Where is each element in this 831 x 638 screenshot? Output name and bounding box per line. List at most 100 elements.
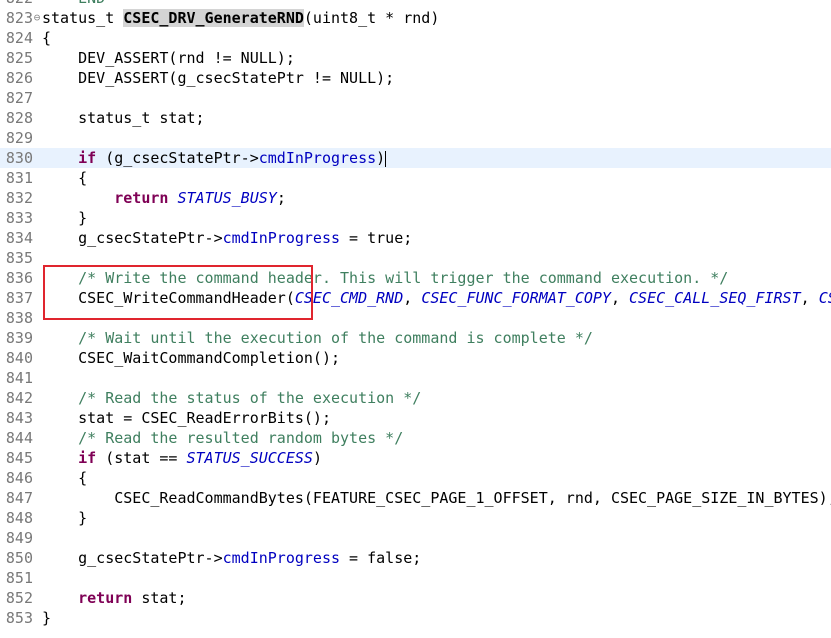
code-line[interactable]: 844 /* Read the resulted random bytes */ bbox=[0, 428, 831, 448]
line-number: 842 bbox=[5, 389, 33, 407]
code-text[interactable]: status_t stat; bbox=[42, 108, 204, 128]
code-line[interactable]: 832 return STATUS_BUSY; bbox=[0, 188, 831, 208]
code-text[interactable]: CSEC_WriteCommandHeader(CSEC_CMD_RND, CS… bbox=[42, 288, 831, 308]
fold-collapse-icon[interactable]: ⊖ bbox=[32, 8, 42, 28]
code-line[interactable]: 835 bbox=[0, 248, 831, 268]
code-text[interactable]: END bbox=[42, 0, 105, 8]
code-line[interactable]: 826 DEV_ASSERT(g_csecStatePtr != NULL); bbox=[0, 68, 831, 88]
code-token: END bbox=[42, 0, 105, 7]
code-token: { bbox=[42, 469, 88, 487]
line-number: 830 bbox=[5, 149, 33, 167]
code-line[interactable]: 824 { bbox=[0, 28, 831, 48]
code-text[interactable]: } bbox=[42, 508, 87, 528]
code-line[interactable]: 836 /* Write the command header. This wi… bbox=[0, 268, 831, 288]
line-number: 825 bbox=[5, 49, 33, 67]
code-line[interactable]: 823 ⊖ status_t CSEC_DRV_GenerateRND(uint8_… bbox=[0, 8, 831, 28]
code-line[interactable]: 828 status_t stat; bbox=[0, 108, 831, 128]
code-line[interactable]: 853} bbox=[0, 608, 831, 628]
code-line[interactable]: 837 CSEC_WriteCommandHeader(CSEC_CMD_RND… bbox=[0, 288, 831, 308]
code-line[interactable]: 840 CSEC_WaitCommandCompletion(); bbox=[0, 348, 831, 368]
code-token: CSEC_WriteCommandHeader( bbox=[42, 289, 295, 307]
code-token: CSEC_FUNC_FORMAT_COPY bbox=[421, 289, 611, 307]
code-token: /* Read the status of the execution */ bbox=[78, 389, 422, 407]
line-number: 822 bbox=[0, 0, 33, 8]
code-text[interactable]: CSEC_WaitCommandCompletion(); bbox=[42, 348, 340, 368]
code-line[interactable]: 842 /* Read the status of the execution … bbox=[0, 388, 831, 408]
code-line[interactable]: 841 bbox=[0, 368, 831, 388]
code-text[interactable]: DEV_ASSERT(g_csecStatePtr != NULL); bbox=[42, 68, 394, 88]
code-editor[interactable]: 822 END823⊖status_t CSEC_DRV_GenerateRND… bbox=[0, 0, 831, 628]
line-number: 843 bbox=[5, 409, 33, 427]
code-line[interactable]: 850 g_csecStatePtr->cmdInProgress = fals… bbox=[0, 548, 831, 568]
code-text[interactable]: { bbox=[42, 28, 51, 48]
code-text[interactable]: CSEC_ReadCommandBytes(FEATURE_CSEC_PAGE_… bbox=[42, 488, 831, 508]
code-token: STATUS_SUCCESS bbox=[186, 449, 313, 467]
code-token: (g_csecStatePtr-> bbox=[96, 149, 259, 167]
line-number: 852 bbox=[5, 589, 33, 607]
code-token: { bbox=[42, 169, 88, 187]
line-number: 834 bbox=[5, 229, 33, 247]
code-text[interactable]: } bbox=[42, 608, 51, 628]
line-number: 823 bbox=[5, 9, 33, 27]
code-text[interactable]: stat = CSEC_ReadErrorBits(); bbox=[42, 408, 331, 428]
code-line[interactable]: 843 stat = CSEC_ReadErrorBits(); bbox=[0, 408, 831, 428]
code-line[interactable]: 829 bbox=[0, 128, 831, 148]
line-number: 845 bbox=[5, 449, 33, 467]
code-text[interactable]: /* Read the status of the execution */ bbox=[42, 388, 421, 408]
line-number: 836 bbox=[5, 269, 33, 287]
code-line[interactable]: 825 DEV_ASSERT(rnd != NULL); bbox=[0, 48, 831, 68]
code-token: CSEC_CMD_RND bbox=[294, 289, 404, 307]
code-token: , bbox=[610, 289, 630, 307]
code-token: = true; bbox=[340, 229, 413, 247]
code-text[interactable]: /* Wait until the execution of the comma… bbox=[42, 328, 593, 348]
code-line[interactable]: 846 { bbox=[0, 468, 831, 488]
code-token: DEV_ASSERT(rnd != NULL); bbox=[42, 49, 295, 67]
code-line[interactable]: 849 bbox=[0, 528, 831, 548]
code-line[interactable]: 852 return stat; bbox=[0, 588, 831, 608]
code-line[interactable]: 834 g_csecStatePtr->cmdInProgress = true… bbox=[0, 228, 831, 248]
code-line[interactable]: 833 } bbox=[0, 208, 831, 228]
line-number: 835 bbox=[5, 249, 33, 267]
code-line[interactable]: 827 bbox=[0, 88, 831, 108]
line-number: 829 bbox=[5, 129, 33, 147]
code-text[interactable]: status_t CSEC_DRV_GenerateRND(uint8_t * … bbox=[42, 8, 439, 28]
code-text[interactable]: if (g_csecStatePtr->cmdInProgress) bbox=[42, 148, 387, 168]
code-text[interactable]: } bbox=[42, 208, 87, 228]
code-line[interactable]: 839 /* Wait until the execution of the c… bbox=[0, 328, 831, 348]
code-token: cmdInProgress bbox=[222, 229, 341, 247]
code-line[interactable]: 847 CSEC_ReadCommandBytes(FEATURE_CSEC_P… bbox=[0, 488, 831, 508]
text-caret bbox=[385, 150, 387, 167]
code-line[interactable]: 848 } bbox=[0, 508, 831, 528]
code-text[interactable]: return STATUS_BUSY; bbox=[42, 188, 286, 208]
code-text[interactable]: g_csecStatePtr->cmdInProgress = true; bbox=[42, 228, 412, 248]
code-token: ) bbox=[312, 449, 322, 467]
code-text[interactable]: if (stat == STATUS_SUCCESS) bbox=[42, 448, 322, 468]
code-text[interactable]: /* Read the resulted random bytes */ bbox=[42, 428, 403, 448]
code-token: g_csecStatePtr-> bbox=[42, 549, 223, 567]
code-token: status_t bbox=[42, 9, 124, 27]
line-number: 833 bbox=[5, 209, 33, 227]
code-text[interactable]: DEV_ASSERT(rnd != NULL); bbox=[42, 48, 295, 68]
code-token: if bbox=[78, 149, 97, 167]
code-text[interactable]: return stat; bbox=[42, 588, 186, 608]
code-line[interactable]: 838 bbox=[0, 308, 831, 328]
code-text[interactable]: /* Write the command header. This will t… bbox=[42, 268, 728, 288]
code-line[interactable]: 830 if (g_csecStatePtr->cmdInProgress) bbox=[0, 148, 831, 168]
code-line[interactable]: 851 bbox=[0, 568, 831, 588]
code-token: return bbox=[78, 589, 133, 607]
code-text[interactable]: g_csecStatePtr->cmdInProgress = false; bbox=[42, 548, 421, 568]
line-number: 853 bbox=[5, 609, 33, 627]
code-token: CSEC_DRV_GenerateRND bbox=[123, 9, 304, 27]
code-text[interactable]: { bbox=[42, 168, 87, 188]
code-token: cmdInProgress bbox=[222, 549, 341, 567]
code-text[interactable]: { bbox=[42, 468, 87, 488]
code-line[interactable]: 822 END bbox=[0, 0, 831, 8]
code-token: CSEC_WaitCommandCompletion(); bbox=[42, 349, 341, 367]
code-line[interactable]: 831 { bbox=[0, 168, 831, 188]
code-line[interactable]: 845 if (stat == STATUS_SUCCESS) bbox=[0, 448, 831, 468]
line-number: 849 bbox=[5, 529, 33, 547]
code-token: } bbox=[42, 509, 88, 527]
